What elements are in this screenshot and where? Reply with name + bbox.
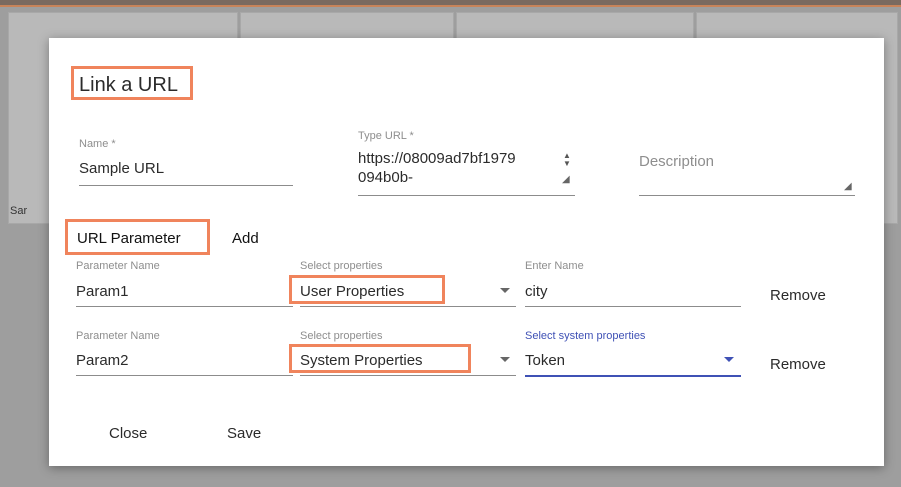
parameter-name-underline: [76, 375, 293, 376]
resize-handle-icon[interactable]: ◢: [844, 181, 852, 192]
parameter-name-label: Parameter Name: [76, 330, 160, 342]
chevron-down-icon[interactable]: [500, 357, 510, 362]
background-card-label: Sar: [10, 205, 28, 217]
remove-button[interactable]: Remove: [770, 287, 826, 304]
type-url-field-line2[interactable]: 094b0b-: [358, 169, 413, 186]
top-accent-line: [0, 5, 901, 7]
link-url-dialog: Link a URL Name * Sample URL Type URL * …: [49, 38, 884, 466]
add-parameter-button[interactable]: Add: [232, 230, 259, 247]
type-url-underline: [358, 195, 575, 196]
type-url-label: Type URL *: [358, 130, 414, 142]
system-properties-underline: [525, 375, 741, 377]
name-field[interactable]: Sample URL: [79, 160, 164, 177]
resize-handle-icon[interactable]: ◢: [562, 174, 570, 185]
parameter-name-label: Parameter Name: [76, 260, 160, 272]
chevron-down-icon[interactable]: [500, 288, 510, 293]
select-properties-label: Select properties: [300, 260, 383, 272]
name-field-label: Name *: [79, 138, 116, 150]
close-button[interactable]: Close: [109, 425, 147, 442]
select-properties-label: Select properties: [300, 330, 383, 342]
parameter-name-input[interactable]: Param1: [76, 283, 129, 300]
description-field[interactable]: Description: [639, 153, 714, 170]
system-properties-label: Select system properties: [525, 330, 646, 342]
select-properties-dropdown[interactable]: User Properties: [300, 283, 404, 300]
description-underline: [639, 195, 855, 196]
parameter-name-input[interactable]: Param2: [76, 352, 129, 369]
type-url-field[interactable]: https://08009ad7bf1979: [358, 150, 516, 167]
chevron-down-icon[interactable]: [724, 357, 734, 362]
select-properties-dropdown[interactable]: System Properties: [300, 352, 423, 369]
select-underline: [300, 375, 516, 376]
save-button[interactable]: Save: [227, 425, 261, 442]
enter-name-underline: [525, 306, 741, 307]
remove-button[interactable]: Remove: [770, 356, 826, 373]
enter-name-input[interactable]: city: [525, 283, 548, 300]
tab-url-parameter[interactable]: URL Parameter: [77, 230, 181, 247]
select-underline: [300, 306, 516, 307]
name-field-underline: [79, 185, 293, 186]
enter-name-label: Enter Name: [525, 260, 584, 272]
system-properties-dropdown[interactable]: Token: [525, 352, 565, 369]
spinner-down-icon[interactable]: ▼: [563, 160, 571, 168]
parameter-name-underline: [76, 306, 293, 307]
dialog-title: Link a URL: [79, 74, 178, 96]
